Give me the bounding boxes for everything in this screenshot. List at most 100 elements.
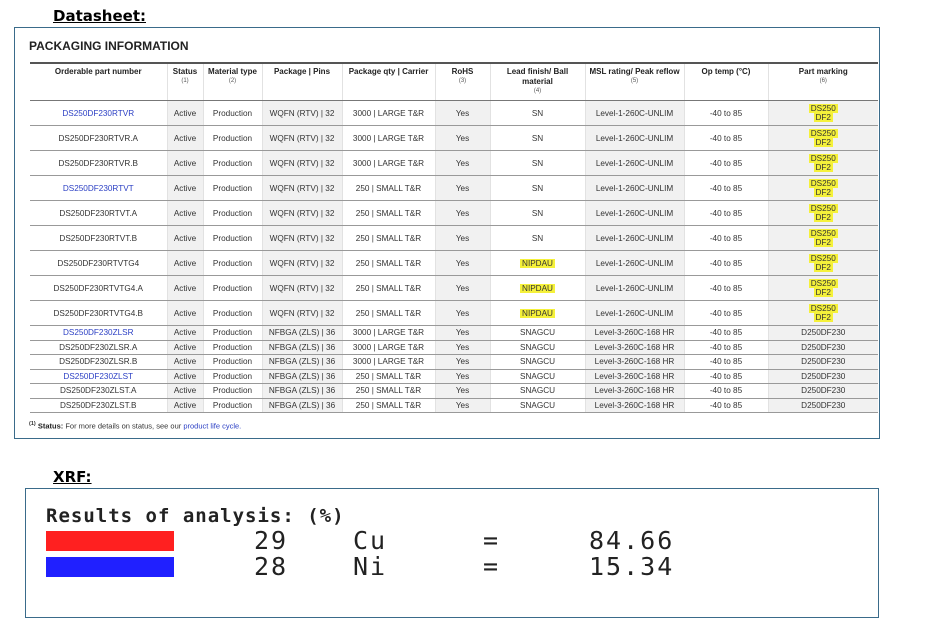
cell-part-number[interactable]: DS250DF230ZLSR	[30, 325, 167, 341]
cu-atomic-number: 29	[254, 526, 289, 555]
cell-op-temp: -40 to 85	[683, 340, 768, 355]
cell-msl-rating: Level-1-260C-UNLIM	[584, 175, 684, 201]
table-row: DS250DF230RTVR.A Active Production WQFN (RT…	[30, 125, 878, 151]
cell-lead-finish: SNAGCU	[489, 383, 585, 399]
cell-package-qty: 3000 | LARGE T&R	[341, 125, 435, 151]
cell-package-pins: NFBGA (ZLS) | 36	[261, 383, 342, 399]
cell-material-type: Production	[202, 325, 262, 341]
cell-part-number: DS250DF230RTVT.B	[30, 225, 167, 251]
cell-part-marking: DS250 DF2	[767, 100, 878, 126]
part-marking-line: DF2	[813, 238, 833, 247]
cell-package-qty: 3000 | LARGE T&R	[341, 150, 435, 176]
part-marking-line: DS250	[808, 229, 838, 238]
cell-part-number: DS250DF230RTVR.B	[30, 150, 167, 176]
part-marking-line: DF2	[813, 213, 833, 222]
cell-lead-finish: NIPDAU	[489, 275, 585, 301]
cell-part-marking: DS250 DF2	[767, 250, 878, 276]
header-package-qty: Package qty | Carrier	[341, 62, 435, 101]
cell-part-marking: D250DF230	[767, 354, 878, 370]
cell-status: Active	[166, 340, 203, 355]
ni-color-swatch	[46, 557, 174, 577]
header-package-qty-label: Package qty | Carrier	[348, 67, 429, 76]
table-row: DS250DF230RTVR.B Active Production WQFN (RT…	[30, 150, 878, 176]
table-row: DS250DF230ZLST.A Active Production NFBGA (Z…	[30, 383, 878, 399]
cell-lead-finish: SN	[489, 175, 585, 201]
cell-status: Active	[166, 100, 203, 126]
header-op-temp: Op temp (°C)	[683, 62, 768, 101]
cell-msl-rating: Level-3-260C-168 HR	[584, 369, 684, 384]
cell-part-number: DS250DF230RTVTG4	[30, 250, 167, 276]
highlighted-lead-finish: NIPDAU	[520, 258, 555, 268]
ni-element-symbol: Ni	[353, 552, 388, 581]
header-material-type-note: (2)	[228, 78, 237, 84]
cell-status: Active	[166, 175, 203, 201]
cell-part-marking: DS250 DF2	[767, 125, 878, 151]
cell-package-qty: 250 | SMALL T&R	[341, 225, 435, 251]
cell-material-type: Production	[202, 100, 262, 126]
xrf-results-heading: Results of analysis: (%)	[46, 505, 345, 527]
cell-package-qty: 3000 | LARGE T&R	[341, 354, 435, 370]
header-material-type: Material type (2)	[202, 62, 262, 101]
cell-part-number[interactable]: DS250DF230RTVT	[30, 175, 167, 201]
footnote-text: For more details on status, see our	[65, 421, 182, 431]
part-marking-line: DF2	[813, 138, 833, 147]
part-marking-line: DS250	[808, 304, 838, 313]
cell-rohs: Yes	[434, 100, 490, 126]
header-part-marking: Part marking (6)	[767, 62, 878, 101]
cell-package-qty: 3000 | LARGE T&R	[341, 100, 435, 126]
cell-package-qty: 250 | SMALL T&R	[341, 175, 435, 201]
header-rohs-note: (3)	[458, 78, 467, 84]
cell-package-pins: WQFN (RTV) | 32	[261, 125, 342, 151]
table-row: DS250DF230ZLST.B Active Production NFBGA (Z…	[30, 398, 878, 413]
cell-rohs: Yes	[434, 200, 490, 226]
part-marking-line: DF2	[813, 313, 833, 322]
cell-part-marking: DS250 DF2	[767, 300, 878, 326]
cell-part-number: DS250DF230ZLSR.A	[30, 340, 167, 355]
table-header-row: Orderable part number Status (1) Material t…	[30, 62, 878, 101]
cell-part-number[interactable]: DS250DF230RTVR	[30, 100, 167, 126]
cell-material-type: Production	[202, 250, 262, 276]
cell-rohs: Yes	[434, 250, 490, 276]
product-life-cycle-link[interactable]: product life cycle.	[183, 422, 241, 431]
cell-package-qty: 250 | SMALL T&R	[341, 200, 435, 226]
cell-package-qty: 250 | SMALL T&R	[341, 383, 435, 399]
part-marking-line: D250DF230	[801, 328, 846, 338]
part-marking-line: DF2	[813, 113, 833, 122]
header-status-note: (1)	[181, 78, 189, 84]
packaging-information-title: PACKAGING INFORMATION	[29, 39, 189, 53]
cell-op-temp: -40 to 85	[683, 383, 768, 399]
cell-material-type: Production	[202, 354, 262, 370]
cell-lead-finish: SNAGCU	[489, 325, 585, 341]
cell-msl-rating: Level-1-260C-UNLIM	[584, 225, 684, 251]
cell-status: Active	[166, 250, 203, 276]
table-row: DS250DF230RTVTG4.A Active Production WQFN (…	[30, 275, 878, 301]
part-marking-line: DS250	[808, 254, 838, 263]
cell-msl-rating: Level-1-260C-UNLIM	[584, 275, 684, 301]
cell-package-qty: 250 | SMALL T&R	[341, 398, 435, 413]
cell-msl-rating: Level-1-260C-UNLIM	[584, 200, 684, 226]
ni-percent-value: 15.34	[589, 552, 675, 581]
cu-equals-sign: =	[483, 526, 501, 555]
cell-lead-finish: SN	[489, 125, 585, 151]
table-row: DS250DF230ZLSR Active Production NFBGA (ZLS…	[30, 325, 878, 341]
table-body: DS250DF230RTVR Active Production WQFN (RTV)…	[30, 100, 878, 413]
cell-rohs: Yes	[434, 225, 490, 251]
datasheet-section-label: Datasheet:	[53, 7, 146, 25]
cell-rohs: Yes	[434, 300, 490, 326]
cell-material-type: Production	[202, 300, 262, 326]
table-row: DS250DF230RTVR Active Production WQFN (RTV)…	[30, 100, 878, 126]
cell-op-temp: -40 to 85	[683, 100, 768, 126]
part-marking-line: DF2	[813, 188, 833, 197]
xrf-result-row-ni: 28 Ni = 15.34	[46, 554, 826, 580]
part-marking-line: DS250	[808, 204, 838, 213]
cell-lead-finish: SNAGCU	[489, 369, 585, 384]
cell-op-temp: -40 to 85	[683, 225, 768, 251]
part-marking-line: DF2	[813, 163, 833, 172]
part-marking-line: D250DF230	[801, 342, 846, 352]
cell-material-type: Production	[202, 275, 262, 301]
header-package-pins-label: Package | Pins	[273, 67, 331, 76]
xrf-results-panel: Results of analysis: (%) 29 Cu = 84.66 2…	[25, 488, 879, 618]
cell-part-number[interactable]: DS250DF230ZLST	[30, 369, 167, 384]
cell-status: Active	[166, 369, 203, 384]
cell-status: Active	[166, 354, 203, 370]
